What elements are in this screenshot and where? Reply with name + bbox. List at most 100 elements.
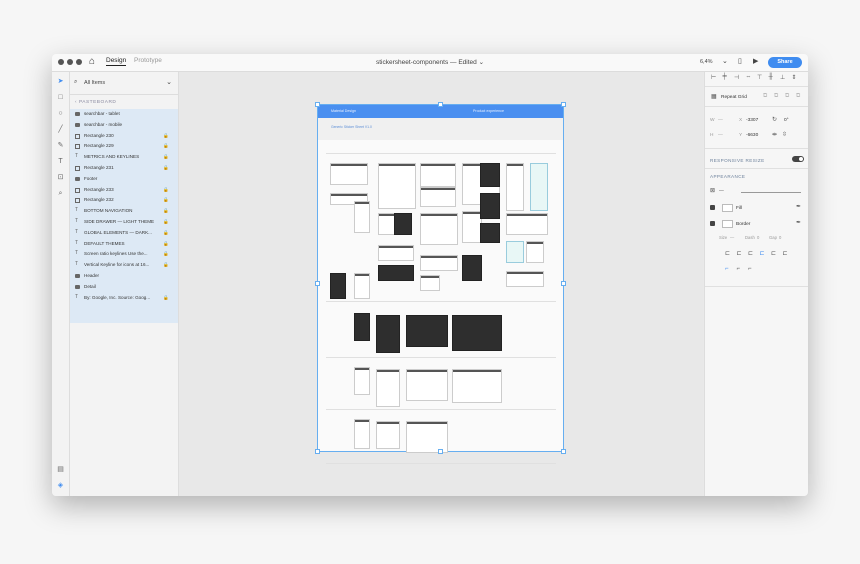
line-tool-icon[interactable]: ╱ (56, 125, 65, 134)
component-thumbnail[interactable] (462, 211, 482, 243)
layer-item[interactable]: Rectangle 232 🔒 (75, 197, 175, 206)
layer-item[interactable]: T BOTTOM NAVIGATION 🔒 (75, 207, 175, 217)
layer-item[interactable]: T SIDE DRAWER — LIGHT THEME 🔒 (75, 218, 175, 228)
flip-horizontal-icon[interactable]: ⇹ (772, 131, 777, 138)
layer-item[interactable]: T GLOBAL ELEMENTS — DARK... 🔒 (75, 229, 175, 239)
resize-handle[interactable] (561, 281, 566, 286)
x-field[interactable]: -3307 (746, 118, 758, 123)
lock-icon[interactable]: 🔒 (163, 241, 169, 247)
eyedropper-icon[interactable]: ✒ (796, 219, 801, 226)
stroke-inside-icon[interactable]: ⊏ (725, 250, 730, 257)
component-thumbnail[interactable] (378, 245, 414, 261)
chevron-down-icon[interactable]: ⌄ (722, 57, 728, 65)
component-thumbnail[interactable] (394, 213, 412, 235)
layer-item[interactable]: Rectangle 233 🔒 (75, 187, 175, 196)
lock-icon[interactable]: 🔒 (163, 295, 169, 301)
lock-icon[interactable]: 🔒 (163, 230, 169, 236)
component-thumbnail[interactable] (376, 369, 400, 407)
component-thumbnail[interactable] (506, 241, 524, 263)
corner-bevel-icon[interactable]: ⌐ (748, 266, 752, 272)
component-thumbnail[interactable] (506, 213, 548, 235)
lock-icon[interactable]: 🔒 (163, 154, 169, 160)
boolean-subtract-icon[interactable]: ⧉ (774, 93, 778, 100)
layer-item[interactable]: T Screen ratio keylines Use the... 🔒 (75, 250, 175, 260)
component-thumbnail[interactable] (480, 193, 500, 219)
component-thumbnail[interactable] (506, 163, 524, 211)
device-preview-icon[interactable]: ▯ (738, 57, 742, 65)
boolean-union-icon[interactable]: ⧉ (763, 93, 767, 100)
component-thumbnail[interactable] (330, 163, 368, 185)
component-thumbnail[interactable] (378, 265, 414, 281)
rectangle-tool-icon[interactable]: □ (56, 93, 65, 102)
eyedropper-icon[interactable]: ✒ (796, 203, 801, 210)
layer-item[interactable]: Rectangle 230 🔒 (75, 133, 175, 142)
filter-chevron-icon[interactable]: ⌄ (166, 78, 172, 86)
size-field[interactable]: — (730, 235, 734, 240)
layer-item[interactable]: Rectangle 231 🔒 (75, 165, 175, 174)
resize-handle[interactable] (438, 102, 443, 107)
opacity-field[interactable]: — (719, 189, 724, 194)
play-icon[interactable]: ▶ (753, 57, 758, 65)
component-thumbnail[interactable] (376, 315, 400, 353)
component-thumbnail[interactable] (354, 419, 370, 449)
component-thumbnail[interactable] (354, 367, 370, 395)
component-thumbnail[interactable] (420, 255, 458, 271)
resize-handle[interactable] (315, 102, 320, 107)
rotation-field[interactable]: 0° (784, 118, 789, 123)
assets-icon[interactable]: ▤ (56, 465, 65, 474)
document-title[interactable]: stickersheet-components — Edited ⌄ (52, 58, 808, 66)
component-thumbnail[interactable] (420, 163, 456, 187)
flip-vertical-icon[interactable]: ⇳ (782, 131, 787, 138)
layers-icon[interactable]: ◈ (56, 481, 65, 490)
lock-icon[interactable]: 🔒 (163, 219, 169, 225)
layer-item[interactable]: T METRICS AND KEYLINES 🔒 (75, 153, 175, 163)
ellipse-tool-icon[interactable]: ○ (56, 109, 65, 118)
component-thumbnail[interactable] (420, 187, 456, 207)
align-left-icon[interactable]: ⊢ (711, 74, 716, 81)
lock-icon[interactable]: 🔒 (163, 208, 169, 214)
fill-swatch[interactable] (722, 204, 733, 212)
layer-item[interactable]: T By: Google, Inc. Source: Goog... 🔒 (75, 294, 175, 304)
layer-item[interactable]: Header (75, 273, 175, 282)
line-cap-icon[interactable]: ⊏ (760, 250, 765, 257)
component-thumbnail[interactable] (526, 241, 544, 263)
component-thumbnail[interactable] (506, 271, 544, 287)
component-thumbnail[interactable] (354, 313, 370, 341)
align-middle-v-icon[interactable]: ╫ (769, 74, 773, 80)
artboard-tool-icon[interactable]: ⊡ (56, 173, 65, 182)
fill-checkbox[interactable] (710, 205, 715, 210)
component-thumbnail[interactable] (420, 213, 458, 245)
component-thumbnail[interactable] (354, 201, 370, 233)
lock-icon[interactable]: 🔒 (163, 197, 169, 203)
lock-icon[interactable]: 🔒 (163, 187, 169, 193)
layer-item[interactable]: Rectangle 229 🔒 (75, 143, 175, 152)
select-tool-icon[interactable]: ➤ (56, 77, 65, 86)
resize-handle[interactable] (315, 281, 320, 286)
component-thumbnail[interactable] (530, 163, 548, 211)
lock-icon[interactable]: 🔒 (163, 133, 169, 139)
dash-field[interactable]: 0 (757, 235, 759, 240)
lock-icon[interactable]: 🔒 (163, 143, 169, 149)
layer-item[interactable]: Detail (75, 284, 175, 293)
zoom-level[interactable]: 6,4% (700, 59, 713, 65)
align-right-icon[interactable]: ⊣ (734, 74, 739, 81)
zoom-tool-icon[interactable]: ⌕ (56, 189, 65, 198)
border-checkbox[interactable] (710, 221, 715, 226)
y-field[interactable]: -6630 (746, 133, 758, 138)
component-thumbnail[interactable] (462, 255, 482, 281)
height-field[interactable]: — (718, 133, 723, 138)
component-thumbnail[interactable] (480, 163, 500, 187)
responsive-resize-toggle[interactable] (792, 156, 804, 162)
canvas[interactable]: Material Design Product experience Gener… (179, 72, 703, 496)
component-thumbnail[interactable] (452, 369, 502, 403)
width-field[interactable]: — (718, 118, 723, 123)
stroke-center-icon[interactable]: ⊏ (737, 250, 742, 257)
layer-item[interactable]: searchbar - mobile (75, 122, 175, 131)
share-button[interactable]: Share (768, 57, 802, 68)
text-tool-icon[interactable]: T (56, 157, 65, 166)
corner-round-icon[interactable]: ⌐ (737, 266, 741, 272)
distribute-v-icon[interactable]: ⇕ (792, 74, 797, 81)
component-thumbnail[interactable] (480, 223, 500, 243)
gap-field[interactable]: 0 (779, 235, 781, 240)
stroke-outside-icon[interactable]: ⊏ (748, 250, 753, 257)
